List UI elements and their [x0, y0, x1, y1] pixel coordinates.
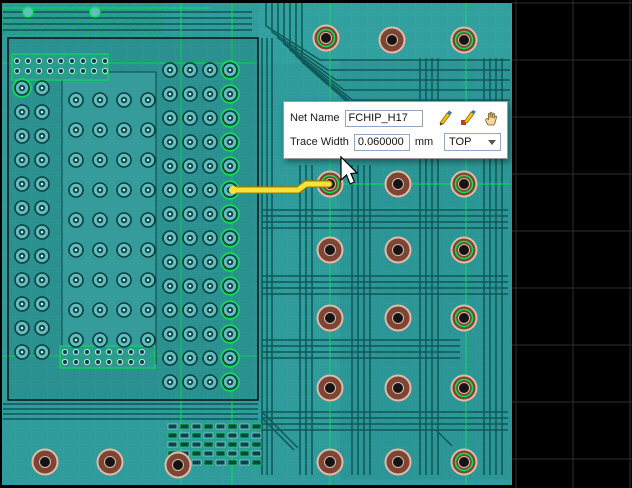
trace-width-row: Trace Width mm TOP: [290, 130, 501, 154]
edit-net-pen-icon[interactable]: [458, 108, 478, 128]
unit-label: mm: [414, 136, 434, 148]
pen-red-glyph: [461, 110, 476, 125]
net-name-label: Net Name: [290, 112, 340, 124]
move-trace-hand-icon[interactable]: [481, 108, 501, 128]
trace-properties-popup: Net Name FCHIP_H17 Trace Width 0.060000 …: [283, 101, 508, 159]
trace-width-label: Trace Width: [290, 136, 349, 148]
net-name-input[interactable]: [344, 109, 423, 127]
hand-glyph: [485, 111, 497, 126]
trace-width-input[interactable]: [353, 133, 410, 151]
net-name-row: Net Name: [290, 106, 501, 130]
chevron-down-icon: [488, 140, 496, 145]
layer-dropdown[interactable]: TOP: [444, 133, 501, 151]
popup-toolbar: [435, 108, 501, 128]
layer-dropdown-value: TOP: [449, 136, 472, 148]
pcb-editor-window: Net Name FCHIP_H17 Trace Width 0.060000 …: [0, 0, 632, 488]
pcb-canvas[interactable]: [0, 0, 632, 488]
edit-width-pen-icon[interactable]: [435, 108, 455, 128]
pen-yellow-glyph: [439, 110, 452, 126]
